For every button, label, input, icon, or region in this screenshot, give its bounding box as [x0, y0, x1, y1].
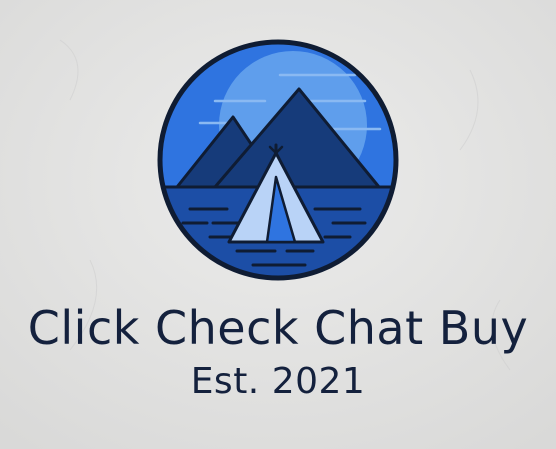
mountain-tent-lake-icon — [157, 39, 399, 281]
brand-name: Click Check Chat Buy — [27, 301, 529, 355]
established-year: Est. 2021 — [190, 361, 366, 402]
